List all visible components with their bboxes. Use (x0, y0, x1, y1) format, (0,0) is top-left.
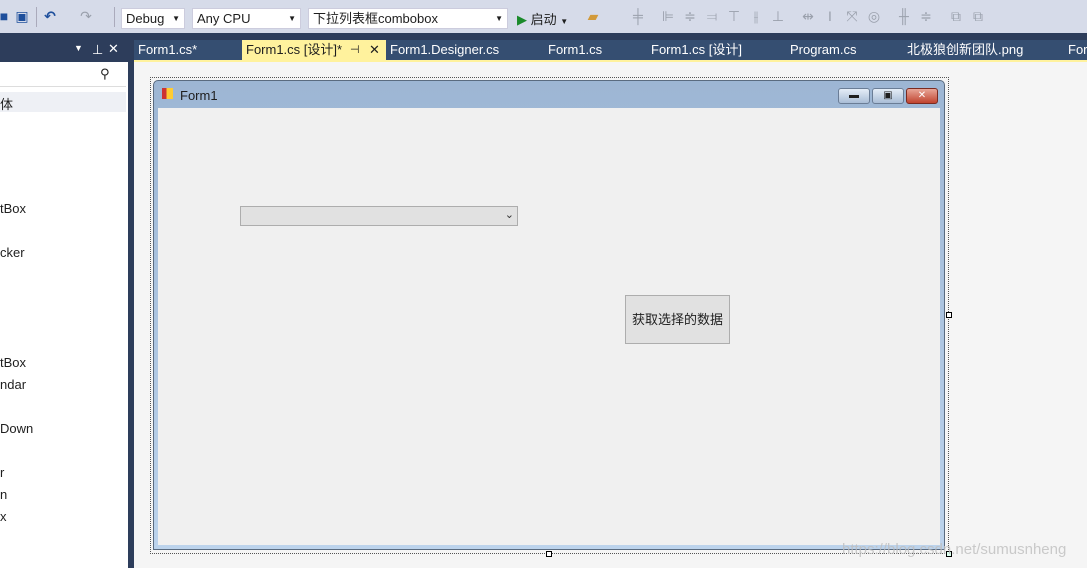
play-icon: ▶ (517, 12, 527, 27)
tab-label: Form1.cs [设计]* (246, 42, 343, 57)
toolbox-item[interactable]: x (0, 509, 7, 524)
tab-form1-cs[interactable]: Form1.cs (544, 40, 602, 60)
close-icon[interactable]: ✕ (108, 41, 119, 57)
save-all-icon[interactable]: ▣ (14, 8, 30, 24)
maximize-button[interactable]: ▣ (872, 88, 904, 104)
separator (36, 7, 37, 27)
tab-png[interactable]: 北极狼创新团队.png (903, 40, 1023, 60)
align-center-icon[interactable]: ≑ (682, 8, 698, 24)
chevron-down-icon: ▼ (172, 14, 180, 23)
toolbox-item[interactable]: tBox (0, 355, 26, 370)
document-tabs: Form1.cs* Form1.cs [设计]* ⊣ ✕ Form1.Designe… (134, 40, 1087, 60)
form-icon (162, 88, 173, 99)
align-top-icon[interactable]: ⊤ (726, 8, 742, 24)
toolbox-item[interactable]: cker (0, 245, 25, 260)
toolbox-header: ▼ ⊥ ✕ (0, 40, 128, 62)
pin-icon[interactable]: ⊥ (92, 42, 103, 58)
watermark: https://blog.csdn.net/sumusnheng (842, 541, 1067, 558)
platform-value: Any CPU (197, 11, 251, 26)
get-selected-data-button[interactable]: 获取选择的数据 (625, 295, 730, 344)
close-icon[interactable]: ✕ (369, 40, 380, 60)
toolbox-item[interactable]: tBox (0, 201, 26, 216)
search-icon: ⚲ (100, 66, 110, 81)
chrome-band (0, 33, 1087, 40)
size-to-grid-icon[interactable]: ◎ (866, 8, 882, 24)
config-dropdown[interactable]: Debug ▼ (121, 8, 185, 29)
start-label: 启动 (530, 12, 557, 27)
close-button[interactable]: ✕ (906, 88, 938, 104)
platform-dropdown[interactable]: Any CPU ▼ (192, 8, 301, 29)
chevron-down-icon: ▼ (288, 14, 296, 23)
bring-front-icon[interactable]: ⧉ (948, 8, 964, 24)
project-value: 下拉列表框combobox (313, 11, 438, 26)
tab-form1-designer[interactable]: Form1.Designer.cs (386, 40, 499, 60)
same-width-icon[interactable]: ⇹ (800, 8, 816, 24)
resize-handle-bottom[interactable] (546, 551, 552, 557)
minimize-button[interactable]: ▬ (838, 88, 870, 104)
align-icon[interactable]: ╪ (630, 8, 646, 24)
tab-form1-design-active[interactable]: Form1.cs [设计]* ⊣ ✕ (242, 40, 386, 60)
toolbox-item[interactable]: n (0, 487, 7, 502)
align-right-icon[interactable]: ⫤ (704, 8, 720, 24)
toolbox-item[interactable]: Down (0, 421, 33, 436)
align-left-icon[interactable]: ⊫ (660, 8, 676, 24)
pin-icon[interactable]: ⊣ (350, 40, 360, 60)
v-spacing-icon[interactable]: ≑ (918, 8, 934, 24)
form-client-area (158, 108, 940, 545)
project-dropdown[interactable]: 下拉列表框combobox ▼ (308, 8, 508, 29)
toolbar: ■ ▣ ↶ ↷ Debug ▼ Any CPU ▼ 下拉列表框combobox ▼ ▶… (0, 0, 1087, 33)
tab-form1-design[interactable]: Form1.cs [设计] (647, 40, 742, 60)
h-spacing-icon[interactable]: ╫ (896, 8, 912, 24)
redo-icon[interactable]: ↷ (78, 8, 94, 24)
tab-program-cs[interactable]: Program.cs (786, 40, 856, 60)
toolbox-panel: ▼ ⊥ ✕ ⚲ 体 tBox cker tBox ndar Down r n x (0, 40, 128, 568)
toolbox-search-input[interactable]: ⚲ (0, 63, 126, 87)
tab-overflow[interactable]: For (1064, 40, 1087, 60)
resize-handle-right[interactable] (946, 312, 952, 318)
toolbox-item[interactable]: ndar (0, 377, 26, 392)
chevron-down-icon: ⌄ (504, 209, 514, 221)
undo-icon[interactable]: ↶ (42, 8, 58, 24)
form-title: Form1 (180, 88, 218, 103)
folder-icon[interactable]: ▰ (585, 8, 601, 24)
same-size-icon[interactable]: ⤧ (844, 8, 860, 24)
start-button[interactable]: ▶ 启动 ▼ (517, 9, 568, 28)
combobox[interactable]: ⌄ (240, 206, 518, 226)
align-bottom-icon[interactable]: ⊥ (770, 8, 786, 24)
toolbox-item[interactable]: r (0, 465, 4, 480)
chevron-down-icon: ▼ (495, 14, 503, 23)
toolbox-group[interactable]: 体 (0, 92, 126, 112)
dropdown-icon[interactable]: ▼ (74, 43, 83, 53)
align-middle-icon[interactable]: ⫲ (748, 8, 764, 24)
tab-form1-cs-modified[interactable]: Form1.cs* (134, 40, 197, 60)
send-back-icon[interactable]: ⧉ (970, 8, 986, 24)
save-icon[interactable]: ■ (0, 8, 12, 24)
separator (114, 7, 115, 27)
config-value: Debug (126, 11, 165, 26)
same-height-icon[interactable]: I (822, 8, 838, 24)
